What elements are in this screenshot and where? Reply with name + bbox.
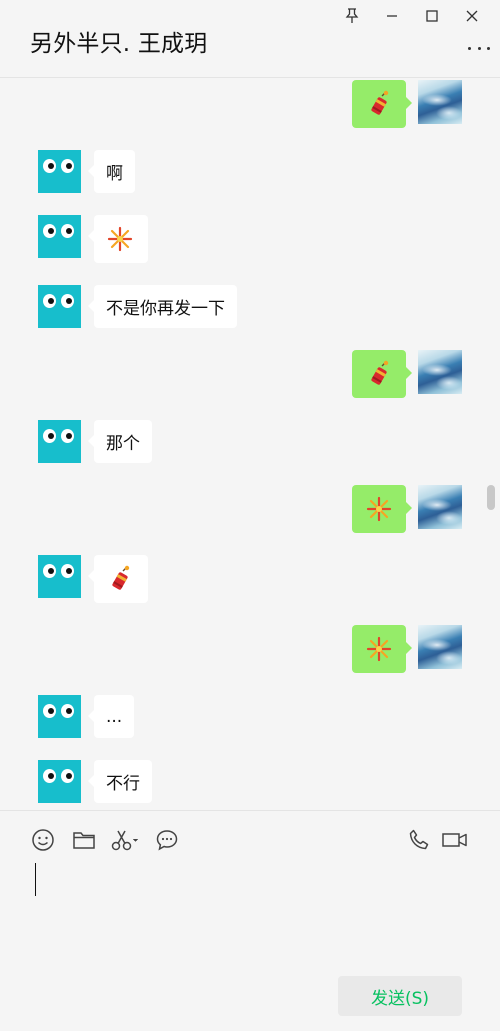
message-bubble-incoming[interactable]: 不行 xyxy=(88,760,152,803)
dot xyxy=(468,46,471,50)
fireworks-icon xyxy=(107,226,133,252)
avatar-contact[interactable] xyxy=(38,420,81,463)
video-camera-icon xyxy=(442,833,467,847)
eye xyxy=(43,159,56,173)
file-button[interactable] xyxy=(71,827,97,853)
message-bubble-incoming[interactable] xyxy=(88,215,148,263)
speech-bubble-icon xyxy=(156,830,178,851)
avatar-self[interactable] xyxy=(418,485,462,529)
firecracker-icon xyxy=(112,565,130,590)
eye xyxy=(43,294,56,308)
avatar-self[interactable] xyxy=(418,350,462,394)
message-bubble-incoming[interactable]: 不是你再发一下 xyxy=(88,285,237,328)
avatar-self[interactable] xyxy=(418,80,462,124)
chat-history-button[interactable] xyxy=(154,827,180,853)
message-bubble-incoming[interactable]: 那个 xyxy=(88,420,152,463)
eye xyxy=(61,769,74,783)
avatar-contact[interactable] xyxy=(38,215,81,258)
message-bubble-incoming[interactable] xyxy=(88,555,148,603)
window-controls xyxy=(332,4,492,28)
maximize-icon xyxy=(426,10,438,22)
more-options-button[interactable] xyxy=(468,42,490,54)
avatar-self[interactable] xyxy=(418,625,462,669)
message-bubble-outgoing[interactable] xyxy=(352,485,412,533)
dot xyxy=(487,46,490,50)
message-input[interactable] xyxy=(30,859,470,969)
close-button[interactable] xyxy=(452,4,492,28)
eye xyxy=(43,429,56,443)
title-bar: 另外半只. 王成玥 xyxy=(0,0,500,78)
avatar-contact[interactable] xyxy=(38,760,81,803)
eye xyxy=(43,224,56,238)
message-bubble-outgoing[interactable] xyxy=(352,625,412,673)
fireworks-icon xyxy=(366,636,392,662)
dot xyxy=(477,46,481,50)
chat-title: 另外半只. 王成玥 xyxy=(30,31,208,57)
screenshot-button[interactable] xyxy=(110,827,140,853)
pin-button[interactable] xyxy=(332,4,372,28)
maximize-button[interactable] xyxy=(412,4,452,28)
video-call-button[interactable] xyxy=(441,827,469,853)
message-bubble-incoming[interactable]: ... xyxy=(87,695,135,738)
eye xyxy=(61,159,74,173)
eye xyxy=(61,294,74,308)
smiley-icon xyxy=(32,829,54,851)
phone-icon xyxy=(409,829,429,850)
folder-icon xyxy=(73,832,95,849)
firecracker-icon xyxy=(371,90,389,115)
minimize-icon xyxy=(387,15,397,17)
message-bubble-outgoing[interactable] xyxy=(352,350,412,398)
firecracker-icon xyxy=(371,360,389,385)
avatar-contact[interactable] xyxy=(38,695,81,738)
avatar-contact[interactable] xyxy=(38,150,81,193)
eye xyxy=(43,564,56,578)
scrollbar-thumb[interactable] xyxy=(487,485,495,510)
text-cursor xyxy=(35,863,36,896)
close-icon xyxy=(466,10,478,22)
eye xyxy=(61,224,74,238)
message-bubble-outgoing[interactable] xyxy=(352,80,412,128)
eye xyxy=(43,769,56,783)
avatar-contact[interactable] xyxy=(38,555,81,598)
scissors-icon xyxy=(111,830,139,851)
eye xyxy=(61,704,74,718)
message-list[interactable]: 啊 不是你再发一下 那个 ... 不行 xyxy=(0,78,500,808)
send-button[interactable]: 发送(S) xyxy=(338,976,462,1016)
message-bubble-incoming[interactable]: 啊 xyxy=(88,150,135,193)
minimize-button[interactable] xyxy=(372,4,412,28)
composer: 发送(S) xyxy=(0,810,500,1031)
fireworks-icon xyxy=(366,496,392,522)
eye xyxy=(43,704,56,718)
voice-call-button[interactable] xyxy=(406,827,432,853)
pin-icon xyxy=(345,8,359,23)
avatar-contact[interactable] xyxy=(38,285,81,328)
eye xyxy=(61,429,74,443)
eye xyxy=(61,564,74,578)
emoji-button[interactable] xyxy=(30,827,56,853)
